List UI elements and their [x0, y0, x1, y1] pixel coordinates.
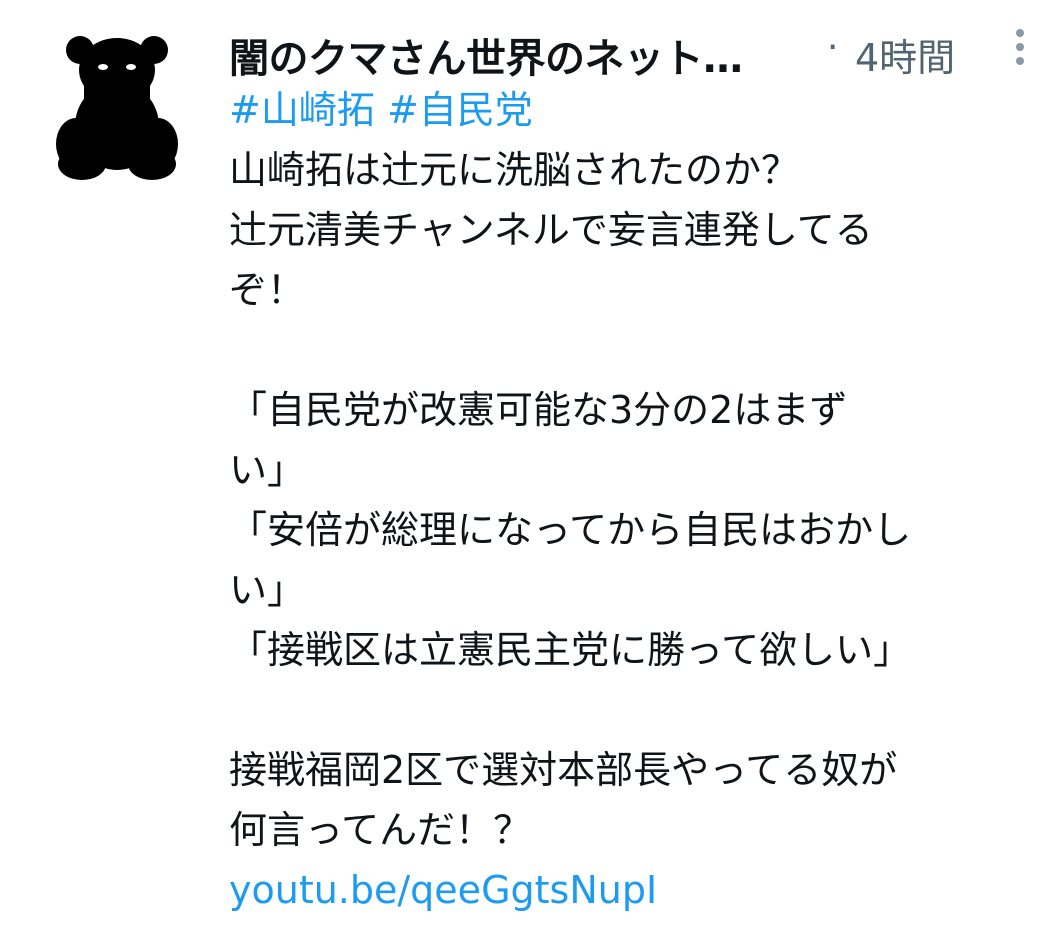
more-vertical-icon[interactable]	[1005, 24, 1035, 74]
hashtag-link[interactable]: #自民党	[387, 88, 533, 132]
tweet: 闇のクマさん世界のネット… · 4時間 #山崎拓 #自民党 山崎拓は辻元に洗脳さ…	[229, 18, 1049, 920]
hashtags: #山崎拓 #自民党	[229, 80, 1049, 140]
separator-dot: ·	[827, 27, 839, 68]
tweet-header: 闇のクマさん世界のネット… · 4時間	[229, 18, 1049, 82]
hashtag-link[interactable]: #山崎拓	[229, 88, 375, 132]
bear-silhouette-icon	[56, 36, 178, 180]
author-name[interactable]: 闇のクマさん世界のネット…	[229, 26, 804, 84]
tweet-text: 山崎拓は辻元に洗脳されたのか？ 辻元清美チャンネルで妄言連発してる ぞ！ 「自民…	[229, 148, 912, 852]
timestamp[interactable]: 4時間	[855, 27, 955, 82]
avatar[interactable]	[54, 34, 180, 180]
youtube-link[interactable]: youtu.be/qeeGgtsNupI	[229, 860, 1049, 920]
